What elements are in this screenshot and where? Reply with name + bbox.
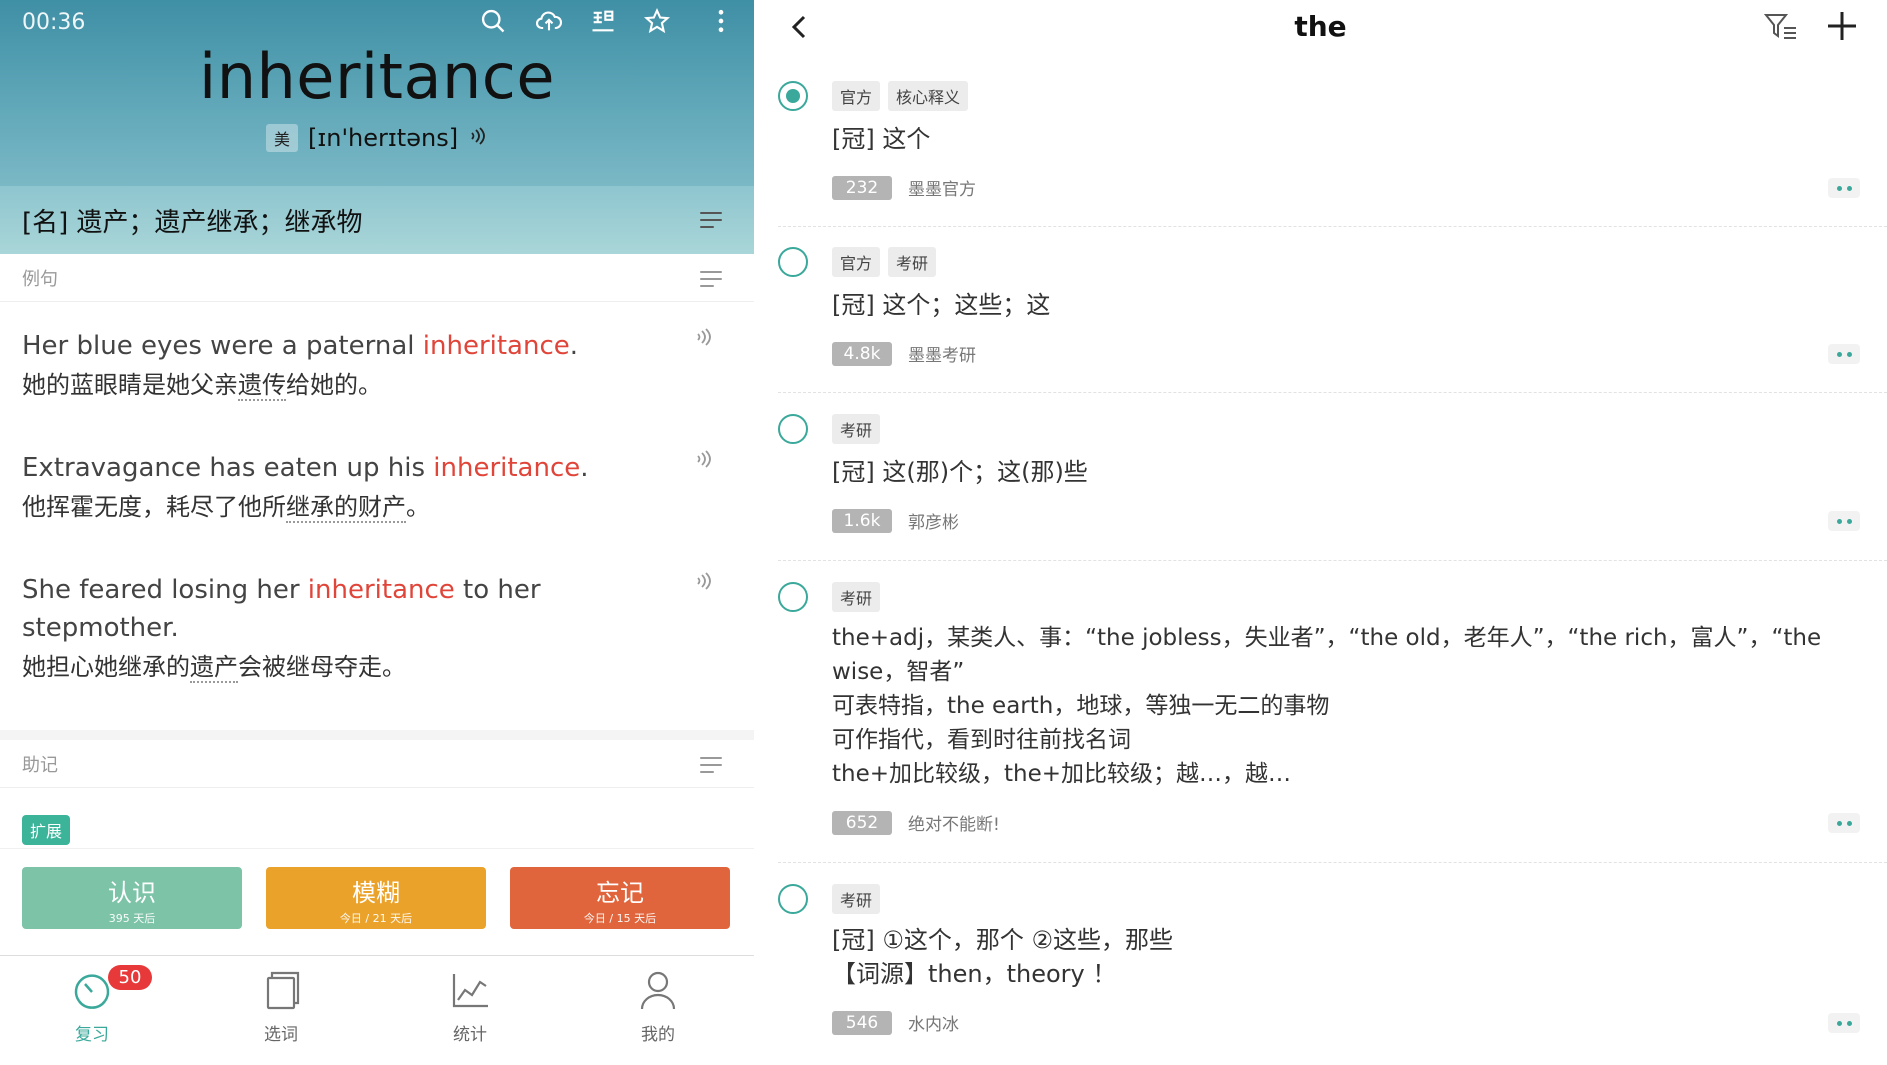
stats-chart-icon bbox=[410, 968, 530, 1016]
definition-text: [冠] 这个；这些；这 bbox=[832, 291, 1051, 319]
tag-list: 官方 核心释义 bbox=[832, 81, 969, 111]
source: 绝对不能断! bbox=[908, 815, 1000, 835]
definition-meta: 546 水内冰 bbox=[832, 1010, 959, 1035]
example-sentence: Extravagance has eaten up his inheritanc… bbox=[22, 449, 711, 527]
primary-meaning: [名] 遗产；遗产继承；继承物 bbox=[22, 207, 363, 238]
mnemonic-section-header: 助记 bbox=[0, 740, 754, 788]
tag: 官方 bbox=[832, 247, 881, 277]
divider bbox=[778, 226, 1887, 227]
divider bbox=[778, 392, 1887, 393]
tab-stats[interactable]: 统计 bbox=[410, 968, 530, 1045]
definitions-pane: the 官方 核心释义 [冠] 这个 232 墨墨官方 官方 考研 [冠] 这个… bbox=[754, 0, 1887, 1065]
select-radio[interactable] bbox=[778, 247, 808, 277]
like-count: 4.8k bbox=[832, 341, 892, 366]
mnemonic-title: 助记 bbox=[22, 754, 58, 776]
pronunciation-row: 美 [ɪn'herɪtəns] bbox=[0, 124, 754, 152]
more-vertical-icon[interactable] bbox=[704, 4, 738, 38]
expand-tag[interactable]: 扩展 bbox=[22, 815, 71, 845]
filter-icon[interactable] bbox=[1763, 12, 1798, 42]
pronunciation-region-tag: 美 bbox=[265, 124, 298, 152]
like-count: 232 bbox=[832, 175, 892, 200]
example-chinese: 他挥霍无度，耗尽了他所继承的财产。 bbox=[22, 493, 430, 523]
select-radio[interactable] bbox=[778, 884, 808, 914]
tag: 考研 bbox=[888, 247, 937, 277]
example-sentence: Her blue eyes were a paternal inheritanc… bbox=[22, 327, 711, 405]
cloud-upload-icon[interactable] bbox=[532, 4, 566, 38]
tag-list: 考研 bbox=[832, 414, 881, 444]
star-icon[interactable] bbox=[640, 4, 674, 38]
word-header: 00:36 inheritance 美 [ɪn'herɪtəns] bbox=[0, 0, 754, 186]
tag-list: 考研 bbox=[832, 582, 881, 612]
definition-text: [冠] ①这个，那个 ②这些，那些 【词源】then，theory ！ bbox=[832, 926, 1174, 988]
more-options-icon[interactable] bbox=[1828, 1013, 1860, 1033]
like-count: 546 bbox=[832, 1010, 892, 1035]
tag-list: 考研 bbox=[832, 884, 881, 914]
tab-select-words[interactable]: 选词 bbox=[221, 968, 341, 1045]
definition-text: [冠] 这(那)个；这(那)些 bbox=[832, 458, 1088, 486]
meaning-bar[interactable]: [名] 遗产；遗产继承；继承物 bbox=[0, 186, 754, 254]
list-toggle-icon[interactable] bbox=[700, 757, 722, 773]
select-radio[interactable] bbox=[778, 81, 808, 111]
example-sentence: She feared losing her inheritance to her… bbox=[22, 571, 711, 687]
definition-meta: 1.6k 郭彦彬 bbox=[832, 508, 959, 533]
word-book-icon bbox=[221, 968, 341, 1016]
definition-text: the+adj，某类人、事：“the jobless，失业者”，“the old… bbox=[832, 625, 1822, 787]
divider bbox=[778, 862, 1887, 863]
profile-icon bbox=[598, 968, 718, 1016]
definition-meta: 652 绝对不能断! bbox=[832, 810, 1000, 835]
answer-bar: 认识 395 天后 模糊 今日 / 21 天后 忘记 今日 / 15 天后 bbox=[0, 848, 754, 954]
forget-button[interactable]: 忘记 今日 / 15 天后 bbox=[510, 867, 730, 929]
headword: inheritance bbox=[198, 40, 555, 113]
divider bbox=[778, 560, 1887, 561]
review-count-badge: 50 bbox=[108, 965, 152, 990]
section-gap bbox=[0, 730, 754, 740]
examples-title: 例句 bbox=[22, 268, 58, 290]
source: 墨墨官方 bbox=[908, 180, 976, 200]
definition-meta: 4.8k 墨墨考研 bbox=[832, 341, 976, 366]
tag: 考研 bbox=[832, 582, 881, 612]
definition-meta: 232 墨墨官方 bbox=[832, 175, 976, 200]
like-count: 652 bbox=[832, 810, 892, 835]
source: 水内冰 bbox=[908, 1015, 959, 1035]
search-icon[interactable] bbox=[476, 4, 510, 38]
tag: 核心释义 bbox=[888, 81, 969, 111]
list-toggle-icon[interactable] bbox=[700, 271, 722, 287]
page-title: the bbox=[1294, 10, 1347, 43]
source: 郭彦彬 bbox=[908, 513, 959, 533]
add-icon[interactable] bbox=[1826, 10, 1858, 42]
more-options-icon[interactable] bbox=[1828, 511, 1860, 531]
speaker-icon[interactable] bbox=[694, 327, 714, 352]
select-radio[interactable] bbox=[778, 414, 808, 444]
status-time: 00:36 bbox=[22, 10, 86, 35]
source: 墨墨考研 bbox=[908, 346, 976, 366]
example-chinese: 她担心她继承的遗产会被继母夺走。 bbox=[22, 653, 406, 683]
example-english: Extravagance has eaten up his inheritanc… bbox=[22, 453, 589, 483]
tab-profile[interactable]: 我的 bbox=[598, 968, 718, 1045]
example-english: Her blue eyes were a paternal inheritanc… bbox=[22, 331, 579, 361]
speaker-icon[interactable] bbox=[468, 126, 488, 151]
tag: 考研 bbox=[832, 414, 881, 444]
examples-section-header: 例句 bbox=[0, 254, 754, 302]
more-options-icon[interactable] bbox=[1828, 178, 1860, 198]
like-count: 1.6k bbox=[832, 508, 892, 533]
tag: 考研 bbox=[832, 884, 881, 914]
speaker-icon[interactable] bbox=[694, 449, 714, 474]
tag: 官方 bbox=[832, 81, 881, 111]
select-radio[interactable] bbox=[778, 582, 808, 612]
more-options-icon[interactable] bbox=[1828, 813, 1860, 833]
example-chinese: 她的蓝眼睛是她父亲遗传给她的。 bbox=[22, 371, 382, 401]
word-card-pane: 00:36 inheritance 美 [ɪn'herɪtəns] [名] 遗产… bbox=[0, 0, 754, 1065]
definition-text: [冠] 这个 bbox=[832, 125, 931, 153]
more-options-icon[interactable] bbox=[1828, 344, 1860, 364]
pronunciation-ipa: [ɪn'herɪtəns] bbox=[307, 124, 459, 152]
know-button[interactable]: 认识 395 天后 bbox=[22, 867, 242, 929]
fuzzy-button[interactable]: 模糊 今日 / 21 天后 bbox=[266, 867, 486, 929]
tag-list: 官方 考研 bbox=[832, 247, 937, 277]
edit-word-icon[interactable] bbox=[586, 4, 620, 38]
speaker-icon[interactable] bbox=[694, 571, 714, 596]
list-toggle-icon[interactable] bbox=[700, 212, 722, 228]
example-english: She feared losing her inheritance to her… bbox=[22, 575, 541, 643]
